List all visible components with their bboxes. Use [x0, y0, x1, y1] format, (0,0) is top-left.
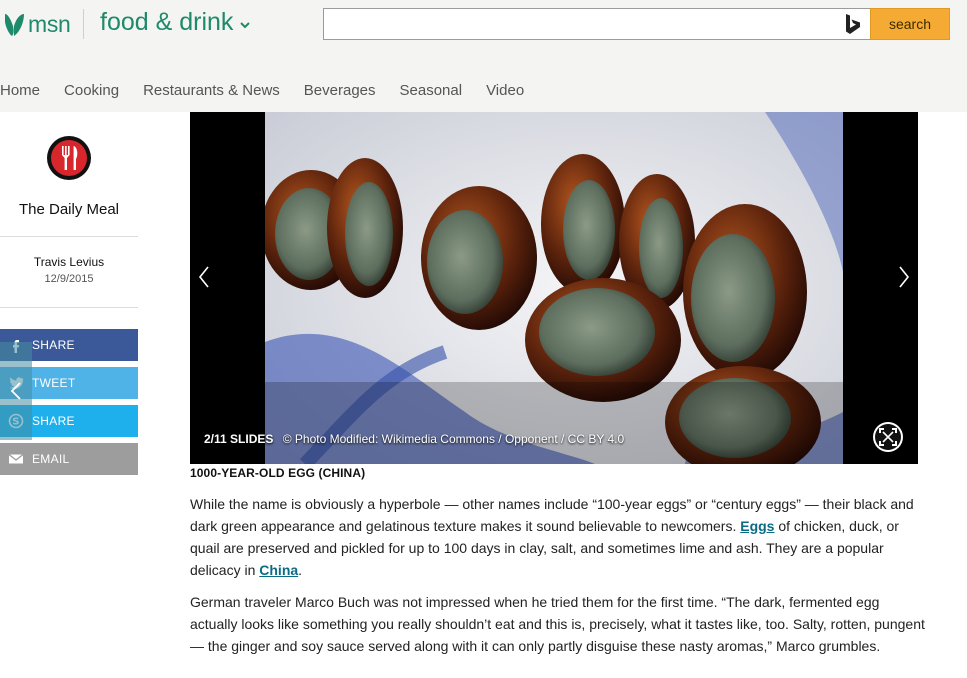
butterfly-icon: [5, 14, 24, 36]
search-button[interactable]: search: [870, 8, 950, 40]
main-nav: Home Cooking Restaurants & News Beverage…: [0, 82, 548, 99]
search-input[interactable]: [323, 8, 870, 40]
site-header: msn food & drink search Home Cooking Res…: [0, 0, 967, 112]
slideshow: 2/11 SLIDES © Photo Modified: Wikimedia …: [190, 112, 918, 464]
fullscreen-icon[interactable]: [872, 421, 904, 453]
section-menu[interactable]: food & drink: [100, 8, 251, 37]
nav-item-beverages[interactable]: Beverages: [304, 82, 376, 99]
email-label: EMAIL: [32, 452, 70, 466]
paragraph-text: .: [298, 562, 303, 578]
msn-logo[interactable]: msn: [2, 10, 71, 38]
email-icon: [8, 453, 24, 464]
chevron-down-icon: [240, 21, 251, 28]
share-label: SHARE: [32, 414, 75, 428]
tweet-label: TWEET: [32, 376, 76, 390]
chevron-left-icon: [10, 382, 21, 400]
brand-name[interactable]: The Daily Meal: [0, 201, 138, 218]
nav-item-cooking[interactable]: Cooking: [64, 82, 119, 99]
nav-item-home[interactable]: Home: [0, 82, 40, 99]
back-arrow-button[interactable]: [0, 342, 32, 440]
bing-icon: [846, 14, 860, 34]
nav-item-restaurants-news[interactable]: Restaurants & News: [143, 82, 280, 99]
article-paragraph: German traveler Marco Buch was not impre…: [190, 594, 925, 654]
search-bar: search: [323, 8, 950, 40]
previous-slide-icon[interactable]: [196, 264, 212, 290]
author-name: Travis Levius: [33, 255, 105, 269]
article-paragraph: While the name is obviously a hyperbole …: [190, 493, 930, 581]
rail-divider: [0, 236, 138, 237]
photo-credit: © Photo Modified: Wikimedia Commons / Op…: [282, 432, 625, 446]
china-link[interactable]: China: [259, 562, 298, 578]
header-divider: [83, 9, 84, 39]
next-slide-icon[interactable]: [896, 264, 912, 290]
article-rail: The Daily Meal Travis Levius 12/9/2015 S…: [0, 112, 138, 678]
slide-counter: 2/11 SLIDES: [204, 432, 274, 446]
publish-date: 12/9/2015: [44, 273, 94, 285]
rail-divider: [0, 307, 138, 308]
eggs-link[interactable]: Eggs: [740, 518, 774, 534]
share-label: SHARE: [32, 338, 75, 352]
email-share-button[interactable]: EMAIL: [0, 443, 138, 475]
section-title: food & drink: [100, 8, 234, 36]
logo-text: msn: [28, 10, 71, 37]
nav-item-seasonal[interactable]: Seasonal: [400, 82, 463, 99]
slide-photo: [265, 112, 843, 464]
slide-caption: 2/11 SLIDES © Photo Modified: Wikimedia …: [204, 432, 624, 446]
slide-title: 1000-YEAR-OLD EGG (CHINA): [190, 466, 366, 480]
fork-knife-icon[interactable]: [45, 134, 93, 182]
nav-item-video[interactable]: Video: [486, 82, 524, 99]
